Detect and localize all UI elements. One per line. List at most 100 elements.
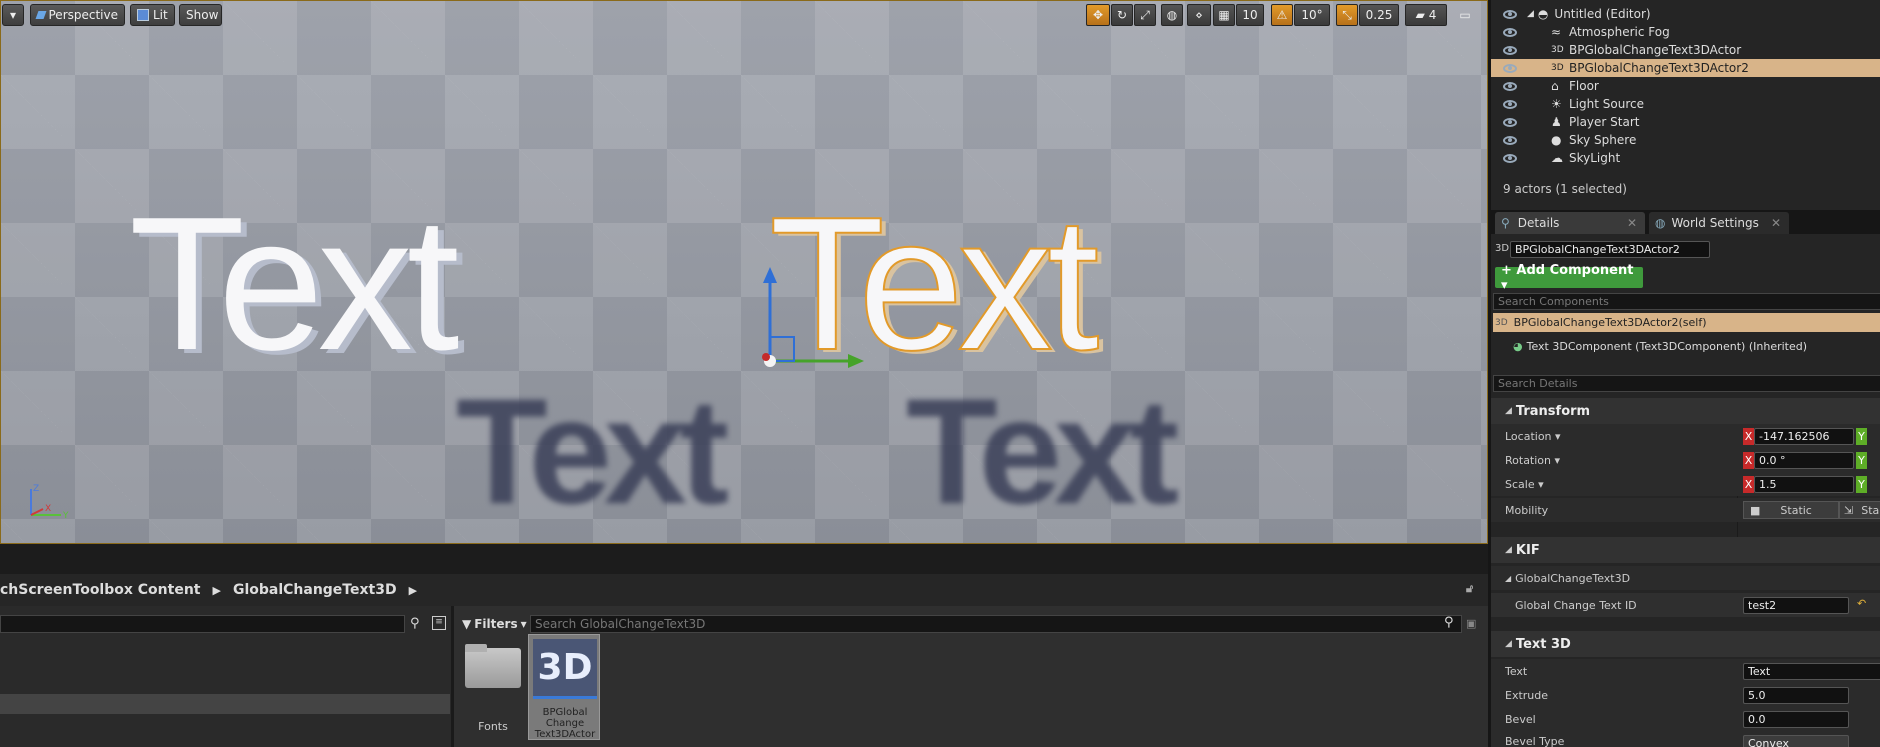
coordinate-system-icon[interactable]: ◍ [1161, 4, 1183, 26]
eye-icon[interactable] [1503, 45, 1517, 55]
eye-icon[interactable] [1503, 27, 1517, 37]
search-details-input[interactable]: Search Details [1493, 375, 1880, 392]
search-icon[interactable]: ⚲ [1444, 615, 1454, 630]
location-label[interactable]: Location ▾ [1505, 430, 1561, 443]
breadcrumb-item-content[interactable]: chScreenToolbox Content [0, 582, 200, 598]
text3d-icon: 3D [1551, 45, 1564, 55]
outliner-item-bpglobalchangetext3dactor2[interactable]: 3D BPGlobalChangeText3DActor2 [1491, 59, 1880, 77]
save-search-icon[interactable]: ▣ [1466, 617, 1476, 630]
outliner-item-light-source[interactable]: ☀ Light Source [1491, 95, 1880, 113]
kif-section-header[interactable]: ◢ KIF [1491, 537, 1880, 563]
rotation-snap-icon[interactable]: ⚠ [1271, 4, 1293, 26]
component-self-label: BPGlobalChangeText3DActor2(self) [1513, 316, 1707, 329]
outliner-item-floor[interactable]: ⌂ Floor [1491, 77, 1880, 95]
rot-snap-label: 10° [1301, 8, 1323, 22]
outliner-item-bpglobalchangetext3dactor[interactable]: 3D BPGlobalChangeText3DActor [1491, 41, 1880, 59]
show-button[interactable]: Show [179, 4, 222, 26]
outliner-item-skylight[interactable]: ☁ SkyLight [1491, 149, 1880, 167]
rotation-snap-value[interactable]: 10° [1294, 4, 1330, 26]
lock-icon[interactable]: 🔓︎ [1466, 582, 1473, 596]
actor-name-field[interactable]: BPGlobalChangeText3DActor2 [1510, 241, 1710, 258]
outliner-item-label: BPGlobalChangeText3DActor [1569, 43, 1742, 57]
asset-label-line-2: Change [545, 718, 585, 729]
component-text3d-label: Text 3DComponent (Text3DComponent) (Inhe… [1526, 340, 1808, 353]
text-field[interactable]: Text [1743, 663, 1880, 680]
text3d-section-header[interactable]: ◢ Text 3D [1491, 631, 1880, 657]
view-options-icon[interactable]: ≡ [432, 616, 446, 630]
eye-icon[interactable] [1503, 81, 1517, 91]
transform-section-header[interactable]: ◢ Transform [1491, 398, 1880, 424]
reset-arrow-icon[interactable]: ↶ [1857, 597, 1866, 610]
level-viewport[interactable]: ▾ Perspective Lit Show ✥ ↻ ⤢ ◍ ⋄ ▦ 10 ⚠ … [0, 0, 1488, 544]
folder-tree-selected-item[interactable] [0, 694, 450, 714]
search-components-input[interactable]: Search Components [1493, 293, 1880, 310]
outliner-item-atmospheric-fog[interactable]: ≈ Atmospheric Fog [1491, 23, 1880, 41]
search-details-placeholder: Search Details [1498, 377, 1578, 390]
tab-details-label: Details [1517, 216, 1560, 230]
transform-gizmo[interactable] [756, 261, 866, 376]
eye-icon[interactable] [1503, 117, 1517, 127]
component-self-row[interactable]: 3D BPGlobalChangeText3DActor2(self) [1493, 313, 1880, 332]
camera-speed-button[interactable]: ▰ 4 [1405, 4, 1447, 26]
gc-category-row[interactable]: ◢ GlobalChangeText3D [1491, 566, 1880, 590]
filters-button[interactable]: ▼ Filters ▾ [462, 615, 527, 633]
folder-search-input[interactable] [0, 615, 405, 633]
chevron-right-icon[interactable]: ▶ [409, 584, 417, 597]
scale-label[interactable]: Scale ▾ [1505, 478, 1544, 491]
text3d-icon: 3D [1495, 317, 1508, 328]
lit-button[interactable]: Lit [130, 4, 175, 26]
scale-row: Scale ▾ X 1.5 Y [1491, 472, 1880, 496]
tab-world-settings[interactable]: ◍ World Settings ✕ [1649, 212, 1789, 234]
skylight-icon: ☁ [1551, 151, 1563, 165]
translate-mode-icon[interactable]: ✥ [1086, 4, 1110, 26]
viewport-options-button[interactable]: ▾ [2, 4, 24, 26]
outliner-item-untitled[interactable]: ◢ ◓ Untitled (Editor) [1491, 5, 1880, 23]
bevel-type-dropdown[interactable]: Convex [1743, 735, 1849, 747]
maximize-icon[interactable]: ▭ [1455, 4, 1475, 26]
bevel-field[interactable]: 0.0 [1743, 711, 1849, 728]
scale-mode-icon[interactable]: ⤢ [1134, 4, 1156, 26]
scale-snap-value[interactable]: 0.25 [1359, 4, 1399, 26]
rotation-label[interactable]: Rotation ▾ [1505, 454, 1560, 467]
scale-x-field[interactable]: 1.5 [1754, 476, 1854, 493]
eye-icon[interactable] [1503, 135, 1517, 145]
camera-speed-label: 4 [1428, 8, 1437, 22]
folder-item-fonts[interactable]: Fonts [462, 640, 522, 740]
world-outliner: ◢ ◓ Untitled (Editor) ≈ Atmospheric Fog 3D B… [1491, 5, 1880, 175]
eye-icon[interactable] [1503, 63, 1517, 73]
eye-icon[interactable] [1503, 9, 1517, 19]
mobility-stationary-button[interactable]: ⇲ Sta [1839, 501, 1880, 519]
text3d-actor-left[interactable]: Text [129, 189, 459, 379]
close-icon[interactable]: ✕ [1627, 216, 1637, 230]
static-icon: ■ [1750, 503, 1761, 517]
extrude-field[interactable]: 5.0 [1743, 687, 1849, 704]
eye-icon[interactable] [1503, 153, 1517, 163]
gc-id-field[interactable]: test2 [1743, 597, 1849, 614]
grid-snap-icon[interactable]: ▦ [1213, 4, 1235, 26]
rotate-mode-icon[interactable]: ↻ [1111, 4, 1133, 26]
chevron-right-icon[interactable]: ▶ [212, 584, 220, 597]
outliner-item-player-start[interactable]: ♟ Player Start [1491, 113, 1880, 131]
location-x-field[interactable]: -147.162506 [1754, 428, 1854, 445]
rotation-x-field[interactable]: 0.0 ° [1754, 452, 1854, 469]
asset-tile-bpglobalchangetext3dactor[interactable]: 3D BPGlobal Change Text3DActor [528, 634, 600, 740]
tab-details[interactable]: ⚲ Details ✕ [1495, 212, 1645, 234]
outliner-item-label: Untitled (Editor) [1554, 7, 1651, 21]
close-icon[interactable]: ✕ [1771, 216, 1781, 230]
asset-search-input[interactable]: Search GlobalChangeText3D [530, 615, 1462, 633]
surface-snap-icon[interactable]: ⋄ [1187, 4, 1211, 26]
breadcrumb-item-folder[interactable]: GlobalChangeText3D [233, 582, 397, 598]
search-icon[interactable]: ⚲ [410, 616, 420, 631]
perspective-button[interactable]: Perspective [30, 4, 125, 26]
scale-snap-icon[interactable]: ⤡ [1336, 4, 1358, 26]
axis-indicator: Z Y X [30, 484, 69, 521]
add-component-button[interactable]: + Add Component ▾ [1495, 263, 1643, 293]
eye-icon[interactable] [1503, 99, 1517, 109]
grid-snap-value[interactable]: 10 [1236, 4, 1264, 26]
tri-down-icon[interactable]: ◢ [1527, 9, 1534, 19]
filter-icon: ▼ [462, 617, 472, 631]
mobility-stationary-label: Sta [1861, 503, 1880, 517]
mobility-static-button[interactable]: ■ Static [1743, 501, 1839, 519]
outliner-item-sky-sphere[interactable]: ● Sky Sphere [1491, 131, 1880, 149]
component-text3d-row[interactable]: ◕ Text 3DComponent (Text3DComponent) (In… [1513, 340, 1807, 353]
